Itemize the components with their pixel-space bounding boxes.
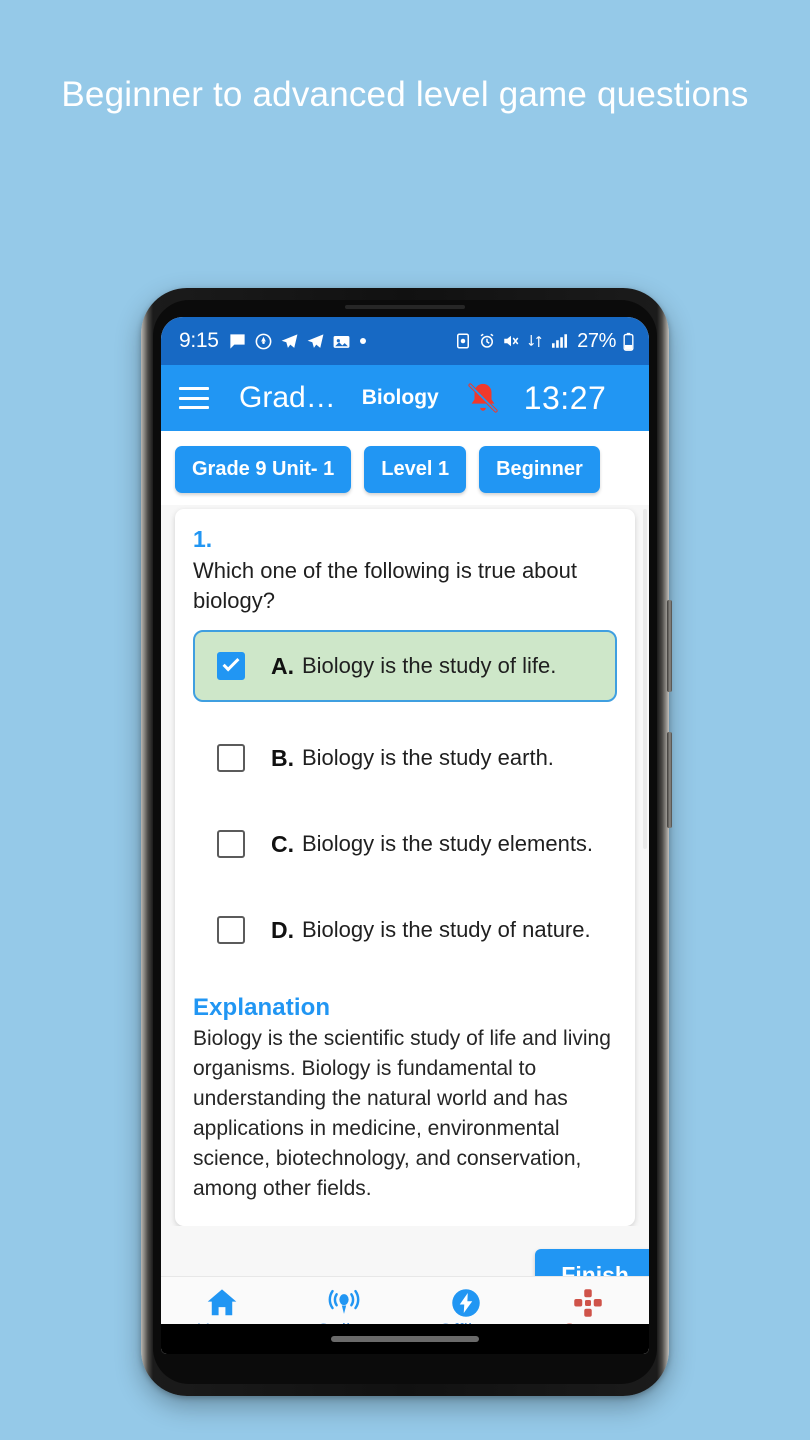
option-letter: C. xyxy=(271,830,294,857)
signal-bars-icon xyxy=(552,334,568,348)
data-transfer-icon xyxy=(528,335,542,347)
earpiece-speaker xyxy=(345,305,465,309)
dot-icon xyxy=(359,338,366,344)
phone-device-frame: 9:15 27% Grad… Biology 13:27 Grade 9 Uni… xyxy=(141,288,672,1396)
quiz-content-area: 1. Which one of the following is true ab… xyxy=(161,505,649,1276)
option-text: Biology is the study of life. xyxy=(302,653,557,679)
option-text: Biology is the study of nature. xyxy=(302,917,591,943)
option-letter: A. xyxy=(271,652,294,679)
battery-icon xyxy=(623,332,634,351)
app-bar-subject: Biology xyxy=(361,386,439,409)
home-icon xyxy=(207,1289,237,1316)
option-letter: B. xyxy=(271,744,294,771)
location-pin-icon xyxy=(255,333,272,349)
answer-option-b[interactable]: B. Biology is the study earth. xyxy=(193,728,617,788)
question-number: 1. xyxy=(193,526,213,552)
status-right-icons: 27% xyxy=(454,330,635,353)
gesture-navigation-area xyxy=(161,1324,649,1354)
screen-record-icon xyxy=(457,333,470,349)
option-letter: D. xyxy=(271,916,294,943)
answer-option-c[interactable]: C. Biology is the study elements. xyxy=(193,814,617,874)
phone-bezel: 9:15 27% Grad… Biology 13:27 Grade 9 Uni… xyxy=(153,300,657,1384)
battery-percent-label: 27% xyxy=(577,329,616,352)
question-card: 1. Which one of the following is true ab… xyxy=(175,509,635,1227)
chip-level[interactable]: Level 1 xyxy=(364,446,467,493)
app-bar: Grad… Biology 13:27 xyxy=(161,365,649,431)
phone-screen: 9:15 27% Grad… Biology 13:27 Grade 9 Uni… xyxy=(161,317,649,1354)
answer-option-a[interactable]: A. Biology is the study of life. xyxy=(193,630,617,703)
checkbox-checked-icon[interactable] xyxy=(217,652,245,681)
status-left-icons xyxy=(228,332,368,351)
question-text: Which one of the following is true about… xyxy=(193,558,578,614)
bolt-icon xyxy=(452,1289,480,1317)
explanation-body: Biology is the scientific study of life … xyxy=(193,1027,611,1201)
android-status-bar: 9:15 27% xyxy=(161,317,649,365)
checkbox-icon[interactable] xyxy=(217,916,245,945)
message-icon xyxy=(230,333,245,349)
volume-mute-icon xyxy=(504,335,519,347)
quiz-timer: 13:27 xyxy=(523,379,607,416)
broadcast-icon xyxy=(328,1289,360,1314)
answer-option-d[interactable]: D. Biology is the study of nature. xyxy=(193,900,617,960)
photo-app-icon xyxy=(333,335,350,348)
telegram-icon xyxy=(281,333,298,348)
chip-difficulty[interactable]: Beginner xyxy=(479,446,600,493)
alarm-icon xyxy=(480,333,494,348)
explanation-title: Explanation xyxy=(193,994,331,1022)
dpad-icon xyxy=(574,1289,602,1317)
finish-button[interactable]: Finish xyxy=(535,1249,649,1276)
bell-off-icon[interactable] xyxy=(466,381,500,415)
checkbox-icon[interactable] xyxy=(217,744,245,773)
option-text: Biology is the study earth. xyxy=(302,745,554,771)
explanation-section: Explanation Biology is the scientific st… xyxy=(193,994,617,1204)
chip-grade-unit[interactable]: Grade 9 Unit- 1 xyxy=(175,446,352,493)
filter-chip-row: Grade 9 Unit- 1 Level 1 Beginner xyxy=(161,431,649,505)
telegram-icon xyxy=(307,333,324,348)
gesture-home-indicator[interactable] xyxy=(331,1336,479,1342)
answer-options-list: A. Biology is the study of life. B. Biol… xyxy=(193,630,617,960)
status-clock: 9:15 xyxy=(179,329,219,352)
power-button[interactable] xyxy=(667,732,672,828)
finish-button-row: Finish xyxy=(161,1226,649,1276)
checkbox-icon[interactable] xyxy=(217,830,245,859)
scrollbar-thumb[interactable] xyxy=(643,509,647,849)
promo-headline: Beginner to advanced level game question… xyxy=(61,75,749,114)
hamburger-menu-icon[interactable] xyxy=(179,387,209,409)
volume-button[interactable] xyxy=(667,600,672,692)
app-bar-title: Grad… xyxy=(239,381,336,414)
option-text: Biology is the study elements. xyxy=(302,831,594,857)
